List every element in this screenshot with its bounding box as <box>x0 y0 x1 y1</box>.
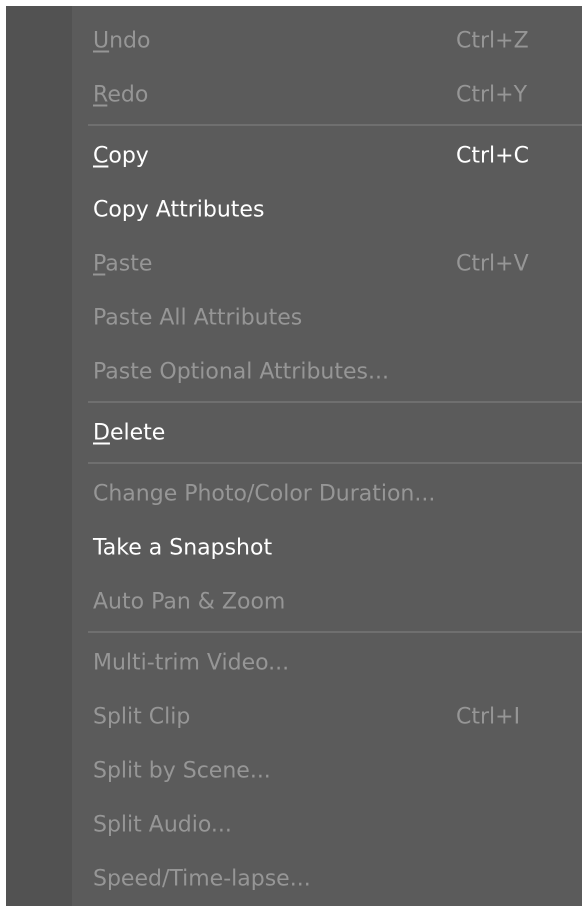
menu-item-shortcut: Ctrl+Z <box>456 28 529 54</box>
menu-item-undo[interactable]: Undo Ctrl+Z <box>72 14 582 68</box>
mnemonic-letter: P <box>93 251 106 277</box>
menu-item-split-audio[interactable]: Split Audio... <box>72 798 582 852</box>
menu-item-change-photo-color-duration[interactable]: Change Photo/Color Duration... <box>72 467 582 521</box>
menu-item-label: Delete <box>93 421 165 446</box>
menu-item-label: Speed/Time-lapse... <box>93 866 311 892</box>
menu-item-take-a-snapshot[interactable]: Take a Snapshot <box>72 521 582 575</box>
menu-item-label: Paste <box>93 252 152 277</box>
menu-item-label: Multi-trim Video... <box>93 650 290 676</box>
menu-item-redo[interactable]: Redo Ctrl+Y <box>72 68 582 122</box>
menu-item-copy-attributes[interactable]: Copy Attributes <box>72 183 582 237</box>
menu-item-auto-pan-zoom[interactable]: Auto Pan & Zoom <box>72 575 582 629</box>
menu-item-copy[interactable]: Copy Ctrl+C <box>72 129 582 183</box>
menu-icon-gutter <box>6 6 72 906</box>
mnemonic-letter: D <box>93 420 110 446</box>
menu-item-label: Take a Snapshot <box>93 535 273 561</box>
menu-item-shortcut: Ctrl+V <box>456 251 529 277</box>
menu-item-label: Auto Pan & Zoom <box>93 589 286 615</box>
menu-item-label: Split Clip <box>93 704 191 730</box>
menu-item-delete[interactable]: Delete <box>72 406 582 460</box>
menu-item-label: Split by Scene... <box>93 758 271 784</box>
menu-separator <box>88 124 582 126</box>
label-text: ndo <box>109 28 151 54</box>
label-text: aste <box>105 251 153 277</box>
menu-separator <box>88 401 582 403</box>
label-text: edo <box>107 82 149 108</box>
menu-item-split-clip[interactable]: Split Clip Ctrl+I <box>72 690 582 744</box>
menu-item-label: Undo <box>93 29 150 54</box>
menu-item-label: Copy <box>93 144 149 169</box>
menu-item-paste[interactable]: Paste Ctrl+V <box>72 237 582 291</box>
menu-item-shortcut: Ctrl+I <box>456 704 521 730</box>
menu-item-paste-all-attributes[interactable]: Paste All Attributes <box>72 291 582 345</box>
menu-separator <box>88 462 582 464</box>
menu-separator <box>88 631 582 633</box>
mnemonic-letter: C <box>93 143 109 169</box>
menu-item-multi-trim-video[interactable]: Multi-trim Video... <box>72 636 582 690</box>
menu-item-label: Copy Attributes <box>93 197 265 223</box>
menu-item-label: Change Photo/Color Duration... <box>93 481 436 507</box>
mnemonic-letter: U <box>93 28 110 54</box>
label-text: opy <box>108 143 149 169</box>
menu-item-label: Paste Optional Attributes... <box>93 359 389 385</box>
mnemonic-letter: R <box>93 82 108 108</box>
menu-item-label: Redo <box>93 83 148 108</box>
menu-item-shortcut: Ctrl+Y <box>456 82 528 108</box>
menu-item-paste-optional-attributes[interactable]: Paste Optional Attributes... <box>72 345 582 399</box>
label-text: elete <box>109 420 166 446</box>
menu-item-split-by-scene[interactable]: Split by Scene... <box>72 744 582 798</box>
menu-item-speed-time-lapse[interactable]: Speed/Time-lapse... <box>72 852 582 906</box>
menu-item-label: Split Audio... <box>93 812 232 838</box>
menu-item-shortcut: Ctrl+C <box>456 143 529 169</box>
menu-item-label: Paste All Attributes <box>93 305 303 331</box>
edit-context-menu: Undo Ctrl+Z Redo Ctrl+Y Copy Ctrl+C Copy… <box>6 6 582 906</box>
